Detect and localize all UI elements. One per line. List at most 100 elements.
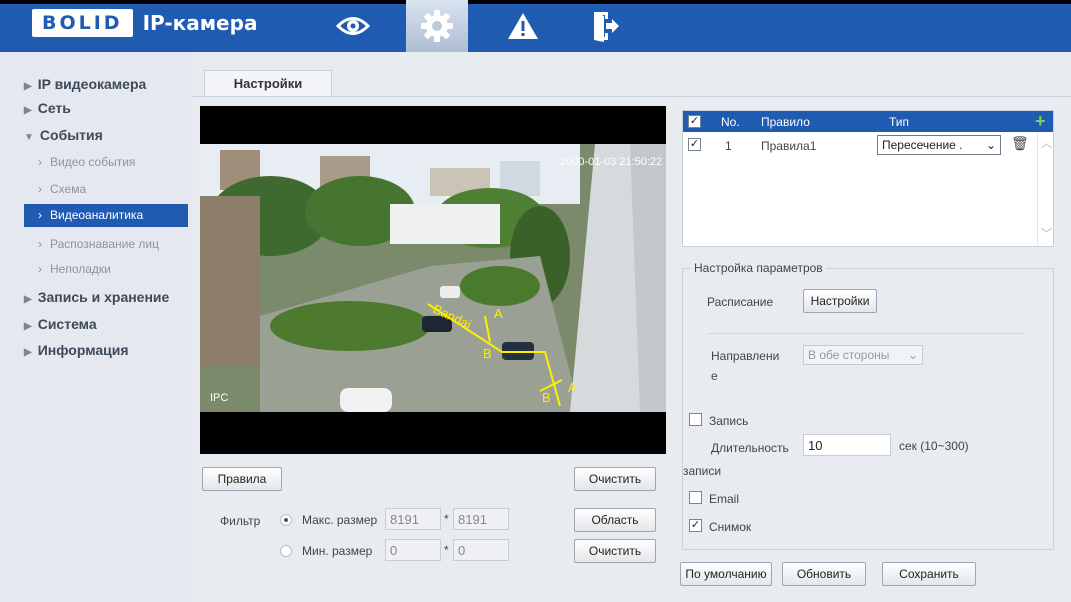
trash-icon[interactable]: 🗑 bbox=[1011, 135, 1029, 152]
refresh-button[interactable]: Обновить bbox=[782, 562, 866, 586]
svg-text:B: B bbox=[483, 346, 492, 361]
sidebar-item-network[interactable]: ▶ Сеть bbox=[24, 100, 71, 116]
nav-settings[interactable] bbox=[406, 0, 468, 52]
sidebar-item-events[interactable]: ▼ События bbox=[24, 127, 103, 143]
chevron-right-icon: › bbox=[38, 155, 42, 169]
max-height-input[interactable] bbox=[453, 508, 509, 530]
sidebar: ▶ IP видеокамера ▶ Сеть ▼ События › Видео со… bbox=[0, 52, 192, 602]
scroll-down-icon[interactable]: ﹀ bbox=[1041, 225, 1052, 241]
sidebar-item-label: Сеть bbox=[37, 100, 71, 116]
min-width-input[interactable] bbox=[385, 539, 441, 561]
min-size-radio[interactable] bbox=[280, 545, 292, 557]
max-size-label: Макс. размер bbox=[302, 513, 378, 527]
default-button[interactable]: По умолчанию bbox=[680, 562, 772, 586]
sidebar-subitem-face-recognition[interactable]: › Распознавание лиц bbox=[38, 237, 159, 251]
email-label: Email bbox=[709, 492, 740, 506]
sidebar-subitem-label: Видеоаналитика bbox=[50, 208, 144, 222]
min-height-input[interactable] bbox=[453, 539, 509, 561]
svg-text:B: B bbox=[542, 390, 551, 405]
expand-arrow-icon: ▶ bbox=[24, 347, 32, 358]
sidebar-subitem-label: Неполадки bbox=[50, 262, 111, 276]
app-title: IP-камера bbox=[142, 11, 258, 35]
direction-label: Направлени bbox=[711, 349, 780, 363]
chevron-right-icon: › bbox=[38, 182, 42, 196]
rules-button[interactable]: Правила bbox=[202, 467, 282, 491]
area-button[interactable]: Область bbox=[574, 508, 656, 532]
sidebar-item-label: События bbox=[39, 127, 103, 143]
gear-icon bbox=[421, 10, 453, 42]
size-separator: * bbox=[444, 543, 449, 557]
max-size-radio[interactable] bbox=[280, 514, 292, 526]
chevron-right-icon: › bbox=[38, 208, 42, 222]
collapse-arrow-icon: ▼ bbox=[24, 132, 34, 143]
chevron-down-icon: ⌄ bbox=[985, 138, 996, 152]
params-fieldset: Настройка параметров Расписание Настройк… bbox=[682, 261, 1054, 550]
size-separator: * bbox=[444, 512, 449, 526]
warning-icon bbox=[508, 13, 538, 39]
sidebar-item-storage[interactable]: ▶ Запись и хранение bbox=[24, 289, 169, 305]
select-all-checkbox[interactable]: ✓ bbox=[688, 115, 701, 128]
duration-label-wrap: записи bbox=[683, 464, 722, 478]
direction-value: В обе стороны bbox=[808, 348, 890, 362]
main-content: Настройки Bandai A B A B 2000-01-03 21:5… bbox=[192, 52, 1071, 602]
sidebar-subitem-faults[interactable]: › Неполадки bbox=[38, 262, 111, 276]
video-channel-label: IPC bbox=[210, 392, 229, 404]
sidebar-item-label: IP видеокамера bbox=[37, 76, 147, 92]
row-no: 1 bbox=[725, 139, 732, 153]
sidebar-item-label: Запись и хранение bbox=[37, 289, 170, 305]
clear-button[interactable]: Очистить bbox=[574, 467, 656, 491]
sidebar-subitem-video-analytics[interactable]: › Видеоаналитика bbox=[24, 204, 188, 227]
params-legend: Настройка параметров bbox=[691, 261, 826, 275]
schedule-settings-button[interactable]: Настройки bbox=[803, 289, 877, 313]
nav-logout[interactable] bbox=[574, 0, 636, 52]
rule-type-select[interactable]: Пересечение . ⌄ bbox=[877, 135, 1001, 155]
sidebar-item-info[interactable]: ▶ Информация bbox=[24, 342, 129, 358]
duration-unit: сек (10~300) bbox=[899, 439, 969, 453]
row-checkbox[interactable]: ✓ bbox=[688, 138, 701, 151]
scroll-up-icon[interactable]: ︿ bbox=[1041, 135, 1052, 151]
col-no: No. bbox=[721, 115, 740, 129]
save-button[interactable]: Сохранить bbox=[882, 562, 976, 586]
sidebar-subitem-label: Видео события bbox=[50, 155, 136, 169]
rules-table-header: ✓ No. Правило Тип + bbox=[683, 111, 1053, 132]
table-row[interactable]: ✓ 1 Правила1 Пересечение . ⌄ 🗑 bbox=[683, 133, 1035, 157]
sidebar-subitem-scheme[interactable]: › Схема bbox=[38, 182, 86, 196]
chevron-right-icon: › bbox=[38, 237, 42, 251]
clear-button-2[interactable]: Очистить bbox=[574, 539, 656, 563]
params-divider bbox=[707, 333, 1025, 334]
min-size-label: Мин. размер bbox=[302, 544, 373, 558]
svg-text:A: A bbox=[568, 380, 577, 395]
sidebar-item-system[interactable]: ▶ Система bbox=[24, 316, 97, 332]
record-checkbox[interactable] bbox=[689, 413, 702, 426]
expand-arrow-icon: ▶ bbox=[24, 321, 32, 332]
sidebar-item-label: Система bbox=[37, 316, 97, 332]
direction-select[interactable]: В обе стороны ⌄ bbox=[803, 345, 923, 365]
top-header: BOLID IP-камера bbox=[0, 0, 1071, 52]
record-label: Запись bbox=[709, 414, 749, 428]
expand-arrow-icon: ▶ bbox=[24, 105, 32, 116]
sidebar-subitem-label: Схема bbox=[50, 182, 87, 196]
add-rule-icon[interactable]: + bbox=[1035, 111, 1046, 131]
nav-alarms[interactable] bbox=[492, 0, 554, 52]
expand-arrow-icon: ▶ bbox=[24, 294, 32, 305]
sidebar-subitem-label: Распознавание лиц bbox=[50, 237, 159, 251]
nav-live-view[interactable] bbox=[322, 0, 384, 52]
eye-icon bbox=[336, 17, 370, 35]
email-checkbox[interactable] bbox=[689, 491, 702, 504]
snapshot-label: Снимок bbox=[709, 520, 752, 534]
rules-table: ✓ No. Правило Тип + ✓ 1 Правила1 Пересеч… bbox=[682, 110, 1054, 247]
col-rule: Правило bbox=[761, 115, 810, 129]
expand-arrow-icon: ▶ bbox=[24, 81, 32, 92]
sidebar-subitem-video-events[interactable]: › Видео события bbox=[38, 155, 135, 169]
max-width-input[interactable] bbox=[385, 508, 441, 530]
filter-label: Фильтр bbox=[220, 514, 261, 528]
rules-scrollbar[interactable]: ︿ ﹀ bbox=[1037, 133, 1053, 246]
row-rule-name: Правила1 bbox=[761, 139, 817, 153]
logo: BOLID IP-камера bbox=[32, 9, 258, 37]
duration-input[interactable] bbox=[803, 434, 891, 456]
snapshot-checkbox[interactable]: ✓ bbox=[689, 519, 702, 532]
tab-settings[interactable]: Настройки bbox=[204, 70, 332, 97]
video-preview[interactable]: Bandai A B A B 2000-01-03 21:50:22 IPC bbox=[200, 106, 666, 454]
sidebar-item-ip-camera[interactable]: ▶ IP видеокамера bbox=[24, 76, 146, 92]
direction-label-wrap: е bbox=[711, 369, 718, 383]
